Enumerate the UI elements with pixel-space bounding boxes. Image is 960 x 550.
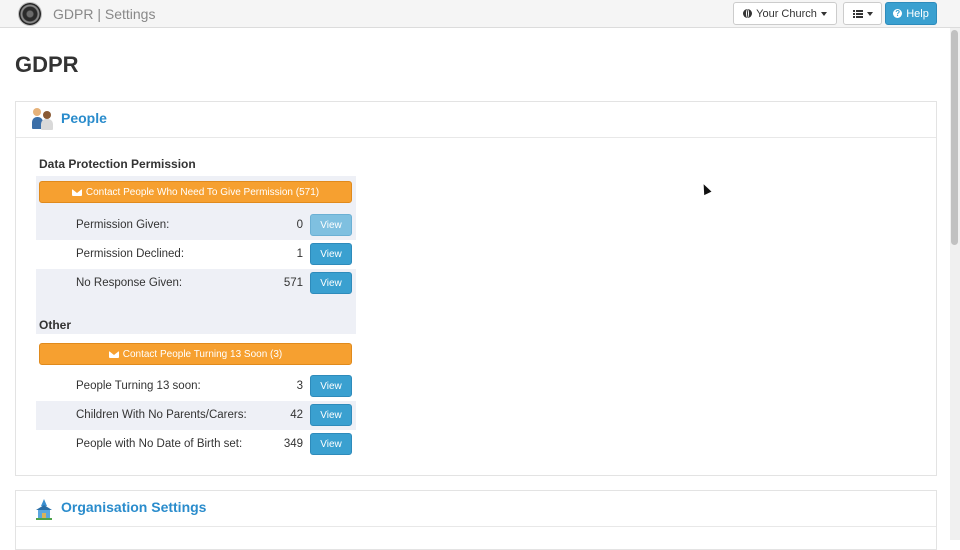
row-count: 571	[283, 277, 303, 289]
church-selector-button[interactable]: Your Church	[733, 2, 837, 25]
church-icon	[36, 499, 52, 520]
globe-icon	[743, 9, 753, 18]
other-heading: Other	[39, 318, 72, 332]
contact-turning-13-label: Contact People Turning 13 Soon (3)	[122, 348, 283, 360]
table-row: Children With No Parents/Carers: 42 View	[36, 401, 356, 430]
chevron-down-icon	[866, 11, 873, 16]
envelope-icon	[108, 350, 119, 358]
chevron-down-icon	[820, 11, 827, 16]
app-title: GDPR | Settings	[53, 6, 156, 22]
view-no-response-button[interactable]: View	[310, 272, 352, 294]
envelope-icon	[71, 188, 82, 196]
row-label: People with No Date of Birth set:	[76, 438, 243, 450]
view-turning-13-button[interactable]: View	[310, 375, 352, 397]
organisation-settings-panel: Organisation Settings	[15, 490, 937, 550]
page-title: GDPR	[15, 52, 79, 77]
row-label: Permission Declined:	[76, 248, 185, 260]
help-button[interactable]: ? Help	[885, 2, 937, 25]
scrollbar-thumb[interactable]	[951, 30, 958, 245]
people-panel-title[interactable]: People	[61, 110, 107, 126]
row-label: No Response Given:	[76, 277, 183, 289]
contact-permission-button[interactable]: Contact People Who Need To Give Permissi…	[39, 181, 352, 203]
view-no-parents-button[interactable]: View	[310, 404, 352, 426]
data-protection-heading: Data Protection Permission	[39, 157, 196, 171]
table-row: People Turning 13 soon: 3 View	[36, 372, 356, 401]
question-icon: ?	[893, 9, 903, 18]
table-row: No Response Given: 571 View	[36, 269, 356, 298]
contact-turning-13-button[interactable]: Contact People Turning 13 Soon (3)	[39, 343, 352, 365]
row-label: People Turning 13 soon:	[76, 380, 201, 392]
row-count: 1	[296, 248, 303, 260]
people-icon	[32, 108, 54, 130]
organisation-settings-heading: Organisation Settings	[16, 491, 936, 527]
row-label: Permission Given:	[76, 219, 170, 231]
top-navbar: GDPR | Settings Your Church ? Help	[0, 0, 960, 28]
row-label: Children With No Parents/Carers:	[76, 409, 247, 421]
view-permission-given-button[interactable]: View	[310, 214, 352, 236]
help-label: Help	[906, 7, 929, 20]
view-no-dob-button[interactable]: View	[310, 433, 352, 455]
row-count: 349	[283, 438, 303, 450]
contact-permission-label: Contact People Who Need To Give Permissi…	[85, 186, 320, 198]
row-count: 42	[290, 409, 303, 421]
row-count: 3	[296, 380, 303, 392]
table-row: People with No Date of Birth set: 349 Vi…	[36, 430, 356, 459]
people-panel-heading: People	[16, 102, 936, 138]
list-menu-button[interactable]	[843, 2, 882, 25]
table-row: Permission Declined: 1 View	[36, 240, 356, 269]
church-label: Your Church	[756, 7, 817, 20]
table-row: Permission Given: 0 View	[36, 211, 356, 240]
view-permission-declined-button[interactable]: View	[310, 243, 352, 265]
row-count: 0	[296, 219, 303, 231]
app-logo-icon[interactable]	[19, 3, 41, 25]
organisation-settings-title[interactable]: Organisation Settings	[61, 499, 206, 515]
list-icon	[852, 9, 863, 18]
